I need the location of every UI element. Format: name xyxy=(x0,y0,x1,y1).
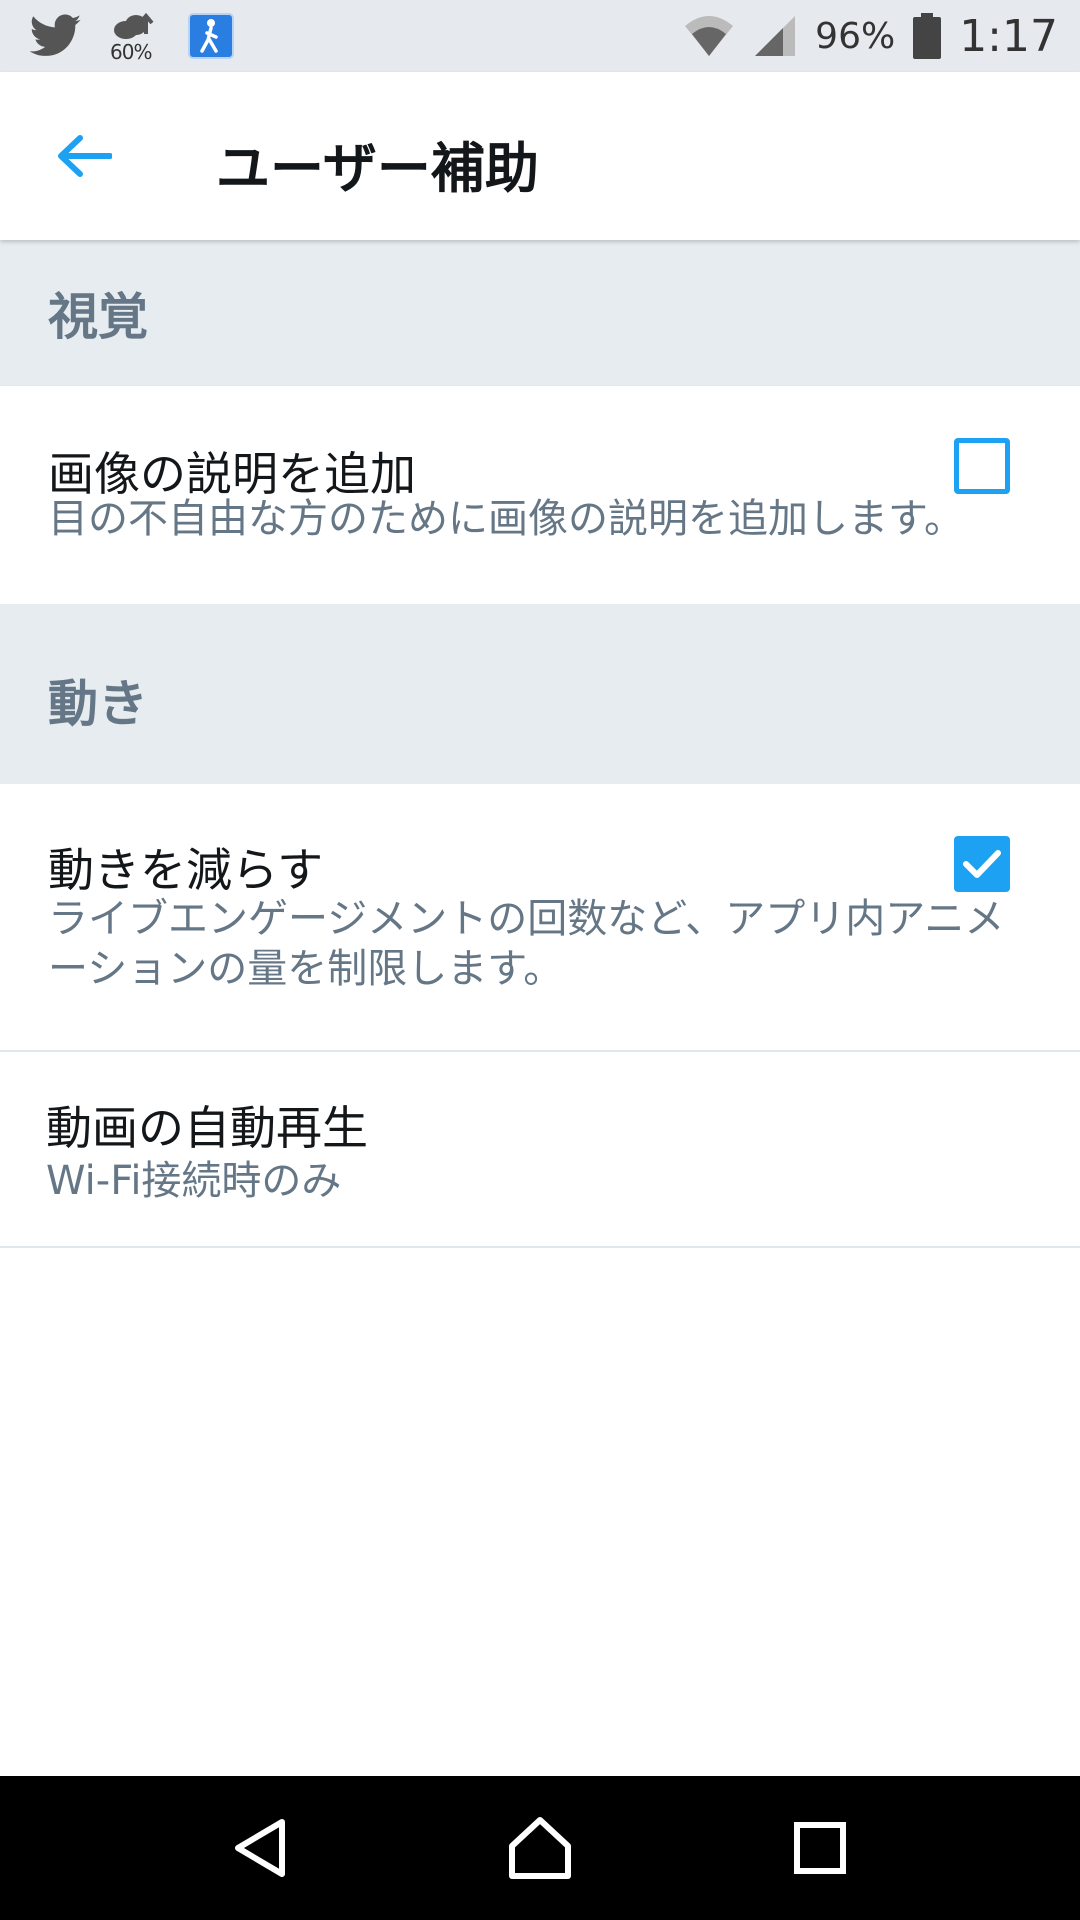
setting-value: Wi-Fi接続時のみ xyxy=(46,1158,342,1204)
page-title: ユーザー補助 xyxy=(216,137,539,200)
nav-back-button[interactable] xyxy=(215,1803,305,1893)
wifi-icon xyxy=(683,14,735,58)
setting-row-reduce-motion[interactable]: 動きを減らす ライブエンゲージメントの回数など、アプリ内アニメーションの量を制限… xyxy=(0,784,1080,1052)
setting-row-image-descriptions[interactable]: 画像の説明を追加 目の不自由な方のために画像の説明を追加します。 xyxy=(0,386,1080,604)
weather-percent: 60% xyxy=(110,40,152,64)
battery-icon xyxy=(913,13,942,59)
navigation-bar xyxy=(0,1776,1080,1920)
settings-content: 視覚 画像の説明を追加 目の不自由な方のために画像の説明を追加します。 動き 動… xyxy=(0,240,1080,1248)
section-header-vision: 視覚 xyxy=(0,240,1080,386)
nav-home-button[interactable] xyxy=(495,1803,585,1893)
back-arrow-icon xyxy=(58,135,112,177)
setting-row-video-autoplay[interactable]: 動画の自動再生 Wi-Fi接続時のみ xyxy=(0,1052,1080,1248)
status-bar: 60% 96% 1:17 xyxy=(0,0,1080,72)
recents-nav-icon xyxy=(794,1822,846,1874)
weather-icon: 60% xyxy=(108,8,162,64)
app-bar: ユーザー補助 xyxy=(0,72,1080,240)
section-header-motion: 動き xyxy=(0,604,1080,784)
status-right: 96% 1:17 xyxy=(665,11,1058,62)
back-button[interactable] xyxy=(44,116,124,196)
signal-icon xyxy=(753,14,797,58)
image-descriptions-checkbox[interactable] xyxy=(954,438,1010,494)
reduce-motion-checkbox[interactable] xyxy=(954,836,1010,892)
setting-title: 動きを減らす xyxy=(48,843,324,897)
clock: 1:17 xyxy=(959,10,1058,62)
home-nav-icon xyxy=(509,1817,571,1879)
checkmark-icon xyxy=(963,850,1001,878)
nav-recents-button[interactable] xyxy=(775,1803,865,1893)
setting-description: 目の不自由な方のために画像の説明を追加します。 xyxy=(48,496,964,542)
setting-description: ライブエンゲージメントの回数など、アプリ内アニメーションの量を制限します。 xyxy=(48,896,1005,992)
setting-title: 動画の自動再生 xyxy=(46,1101,368,1155)
back-nav-icon xyxy=(235,1819,285,1877)
twitter-icon xyxy=(30,14,82,58)
status-left: 60% xyxy=(30,8,260,64)
accessibility-app-icon xyxy=(188,13,234,59)
battery-percent: 96% xyxy=(815,15,896,57)
